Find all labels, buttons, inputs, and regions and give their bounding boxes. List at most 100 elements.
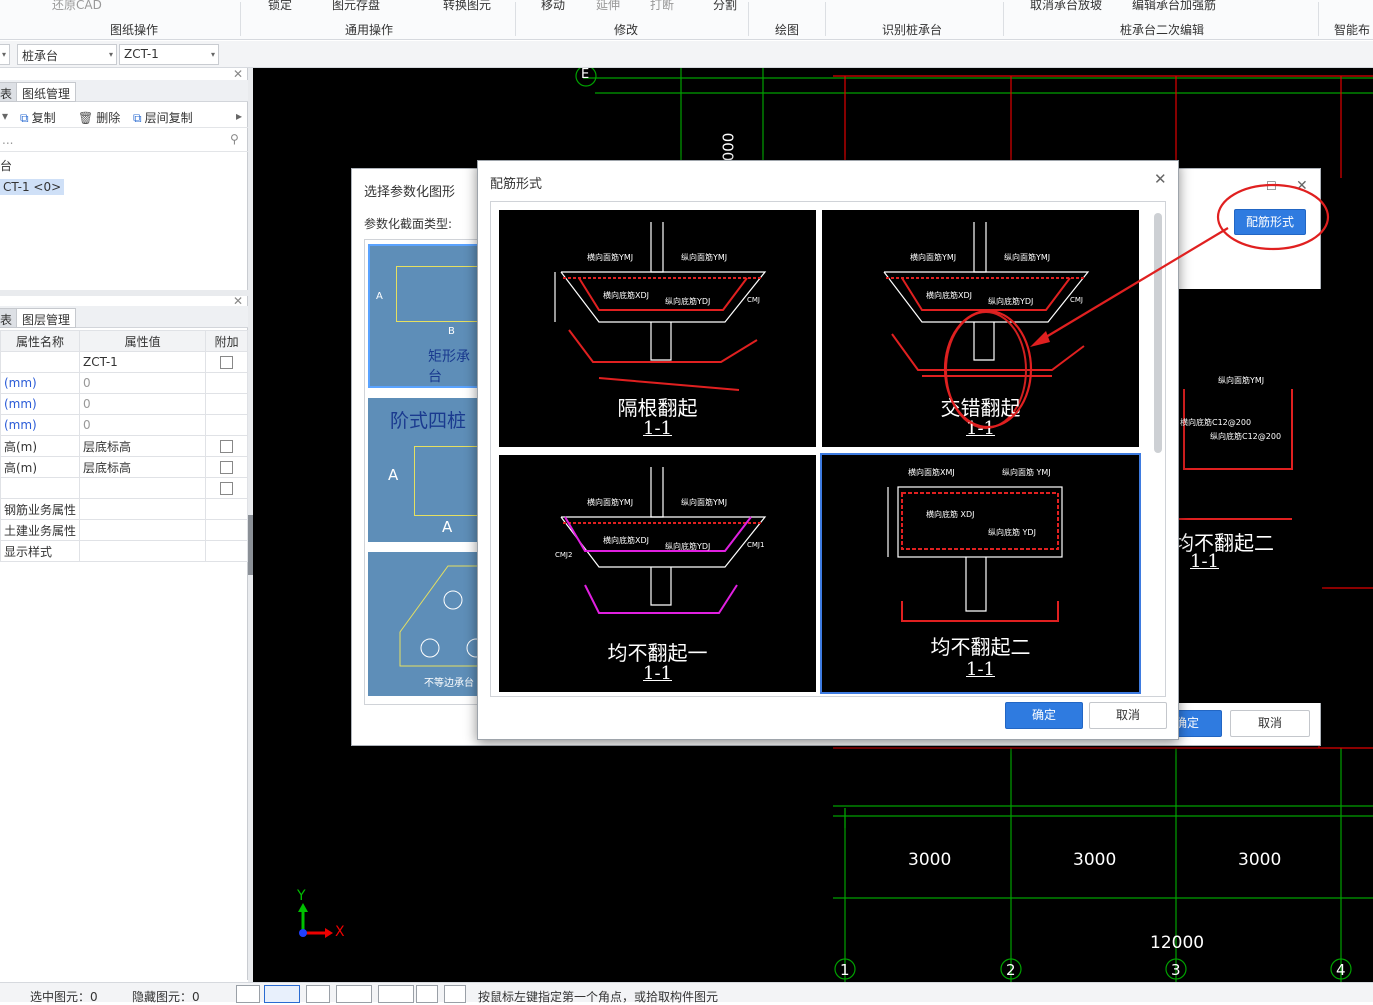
lock-button[interactable]: 锁定 bbox=[268, 0, 292, 13]
property-value[interactable]: ZCT-1 bbox=[79, 351, 207, 373]
property-value[interactable]: 层底标高 bbox=[79, 456, 207, 478]
copy-button[interactable]: ⧉ 复制 bbox=[20, 109, 56, 126]
floor-copy-icon: ⧉ bbox=[133, 111, 142, 125]
dimension-2: 3000 bbox=[1073, 850, 1117, 870]
option-no-bend-two[interactable]: 横向面筋XMJ 纵向面筋 YMJ 横向底筋 XDJ 纵向底筋 YDJ 均不翻起二… bbox=[820, 453, 1141, 694]
extra-checkbox[interactable] bbox=[220, 461, 234, 474]
thumb-unequal-pile-cap[interactable]: 不等边承台 bbox=[368, 552, 482, 696]
save-element-button[interactable]: 图元存盘 bbox=[332, 0, 380, 13]
property-name bbox=[0, 477, 81, 499]
maximize-icon[interactable]: ☐ bbox=[1266, 179, 1277, 193]
close-icon[interactable]: ✕ bbox=[1154, 170, 1167, 188]
property-extra bbox=[205, 498, 248, 520]
group-common-ops[interactable]: 通用操作 bbox=[345, 21, 393, 38]
select-mode-icon[interactable] bbox=[236, 985, 260, 1003]
extra-checkbox[interactable] bbox=[220, 440, 234, 453]
option-staggered-bend[interactable]: 横向面筋YMJ 纵向面筋YMJ 横向底筋XDJ 纵向底筋YDJ CMJ 交错翻起… bbox=[822, 210, 1139, 447]
property-name: 高(m) bbox=[0, 456, 81, 478]
property-value[interactable] bbox=[79, 540, 207, 562]
property-name: (mm) bbox=[0, 372, 81, 394]
pick-icon[interactable] bbox=[444, 985, 466, 1003]
move-button[interactable]: 移动 bbox=[541, 0, 565, 13]
option-every-other-bend[interactable]: 横向面筋YMJ 纵向面筋YMJ 横向底筋XDJ 纵向底筋YDJ CMJ 隔根翻起… bbox=[499, 210, 816, 447]
tab-drawing-manage[interactable]: 图纸管理 bbox=[16, 82, 77, 102]
option-no-bend-one[interactable]: 横向面筋YMJ 纵向面筋YMJ 横向底筋XDJ 纵向底筋YDJ CMJ2 CMJ… bbox=[499, 455, 816, 692]
tab-layer-manage[interactable]: 图层管理 bbox=[16, 308, 77, 328]
tree-root[interactable]: 台 bbox=[0, 157, 12, 174]
add-select-icon[interactable] bbox=[378, 985, 414, 1003]
dialog-title: 配筋形式 bbox=[490, 177, 543, 192]
extra-checkbox[interactable] bbox=[220, 356, 234, 369]
group-secondary-edit: 桩承台二次编辑 bbox=[1120, 23, 1205, 37]
property-value[interactable] bbox=[79, 519, 207, 541]
scrollbar[interactable] bbox=[1154, 213, 1162, 453]
property-row[interactable] bbox=[0, 477, 248, 499]
property-value[interactable]: 0 bbox=[79, 393, 207, 415]
thumb-stepped-four-pile[interactable]: 阶式四桩 A A bbox=[368, 398, 484, 542]
cancel-button[interactable]: 取消 bbox=[1230, 710, 1310, 737]
close-icon[interactable]: ✕ bbox=[233, 67, 243, 81]
more-icon[interactable]: ▸ bbox=[236, 109, 242, 123]
cross-select-icon[interactable] bbox=[306, 985, 330, 1003]
col-prop-value: 属性值 bbox=[79, 330, 207, 352]
property-row[interactable]: ZCT-1 bbox=[0, 351, 248, 373]
restore-cad-button[interactable]: 还原CAD bbox=[52, 0, 102, 13]
property-row[interactable]: (mm) 0 bbox=[0, 414, 248, 436]
group-drawing-ops[interactable]: 图纸操作 bbox=[110, 21, 158, 38]
property-row[interactable]: 高(m) 层底标高 bbox=[0, 435, 248, 457]
property-extra bbox=[205, 540, 248, 562]
property-value[interactable]: 0 bbox=[79, 372, 207, 394]
rebar-form-button[interactable]: 配筋形式 bbox=[1234, 209, 1306, 235]
floor-combo[interactable]: ▾ bbox=[0, 44, 10, 65]
floor-copy-button[interactable]: ⧉ 层间复制 bbox=[133, 109, 193, 126]
save-icon[interactable] bbox=[416, 985, 438, 1003]
property-row[interactable]: 高(m) 层底标高 bbox=[0, 456, 248, 478]
option-caption: 均不翻起二 bbox=[930, 635, 1031, 659]
property-value[interactable] bbox=[79, 498, 207, 520]
group-modify[interactable]: 修改 bbox=[614, 21, 638, 38]
cancel-slope-button[interactable]: 取消承台放坡 bbox=[1030, 0, 1102, 13]
property-extra bbox=[205, 372, 248, 394]
delete-button[interactable]: 🗑 删除 bbox=[78, 109, 120, 126]
property-name: (mm) bbox=[0, 393, 81, 415]
axis-number-3: 3 bbox=[1171, 961, 1181, 979]
option-section: 1-1 bbox=[643, 418, 672, 439]
property-name bbox=[0, 351, 81, 373]
axis-y-label: Y bbox=[297, 888, 306, 904]
close-icon[interactable]: ✕ bbox=[1296, 178, 1308, 194]
property-value[interactable]: 层底标高 bbox=[79, 435, 207, 457]
extra-checkbox[interactable] bbox=[220, 482, 234, 495]
top-dimension: 000 bbox=[718, 132, 737, 162]
search-input[interactable]: ... ⚲ bbox=[0, 130, 248, 152]
col-extra: 附加 bbox=[205, 330, 248, 352]
hidden-count: 隐藏图元：0 bbox=[132, 990, 200, 1004]
convert-element-button[interactable]: 转换图元 bbox=[443, 0, 491, 13]
type-combo[interactable]: 桩承台 ▾ bbox=[17, 44, 117, 65]
property-name: (mm) bbox=[0, 414, 81, 436]
ok-button[interactable]: 确定 bbox=[1005, 702, 1083, 729]
name-combo[interactable]: ZCT-1 ▾ bbox=[119, 44, 219, 65]
property-name: 土建业务属性 bbox=[0, 519, 81, 541]
property-row[interactable]: 土建业务属性 bbox=[0, 519, 248, 541]
axis-number-2: 2 bbox=[1006, 961, 1016, 979]
option-caption: 隔根翻起 bbox=[617, 396, 698, 420]
thumb-rect-pile-cap[interactable]: A B 矩形承台 bbox=[368, 244, 486, 388]
break-button[interactable]: 打断 bbox=[650, 0, 674, 13]
ribbon: 还原CAD 锁定 图元存盘 转换图元 移动 延伸 打断 分割 取消承台放坡 编辑… bbox=[0, 0, 1373, 40]
property-row[interactable]: (mm) 0 bbox=[0, 372, 248, 394]
property-row[interactable]: 钢筋业务属性 bbox=[0, 498, 248, 520]
property-value[interactable]: 0 bbox=[79, 414, 207, 436]
cancel-button[interactable]: 取消 bbox=[1089, 702, 1167, 729]
extend-button[interactable]: 延伸 bbox=[596, 0, 620, 13]
property-value[interactable] bbox=[79, 477, 207, 499]
box-select-icon[interactable] bbox=[264, 985, 300, 1003]
property-row[interactable]: (mm) 0 bbox=[0, 393, 248, 415]
selected-count: 选中图元：0 bbox=[30, 990, 98, 1004]
property-extra bbox=[205, 351, 248, 373]
left-panel: ✕ 表 图纸管理 ▾ ⧉ 复制 🗑 删除 ⧉ 层间复制 ▸ ... ⚲ 台 CT-1 … bbox=[0, 67, 248, 980]
line-select-icon[interactable] bbox=[336, 985, 372, 1003]
edit-reinforcement-button[interactable]: 编辑承台加强筋 bbox=[1132, 0, 1216, 13]
property-row[interactable]: 显示样式 bbox=[0, 540, 248, 562]
tree-item-zct1[interactable]: CT-1 <0> bbox=[0, 179, 65, 195]
split-button[interactable]: 分割 bbox=[713, 0, 737, 13]
